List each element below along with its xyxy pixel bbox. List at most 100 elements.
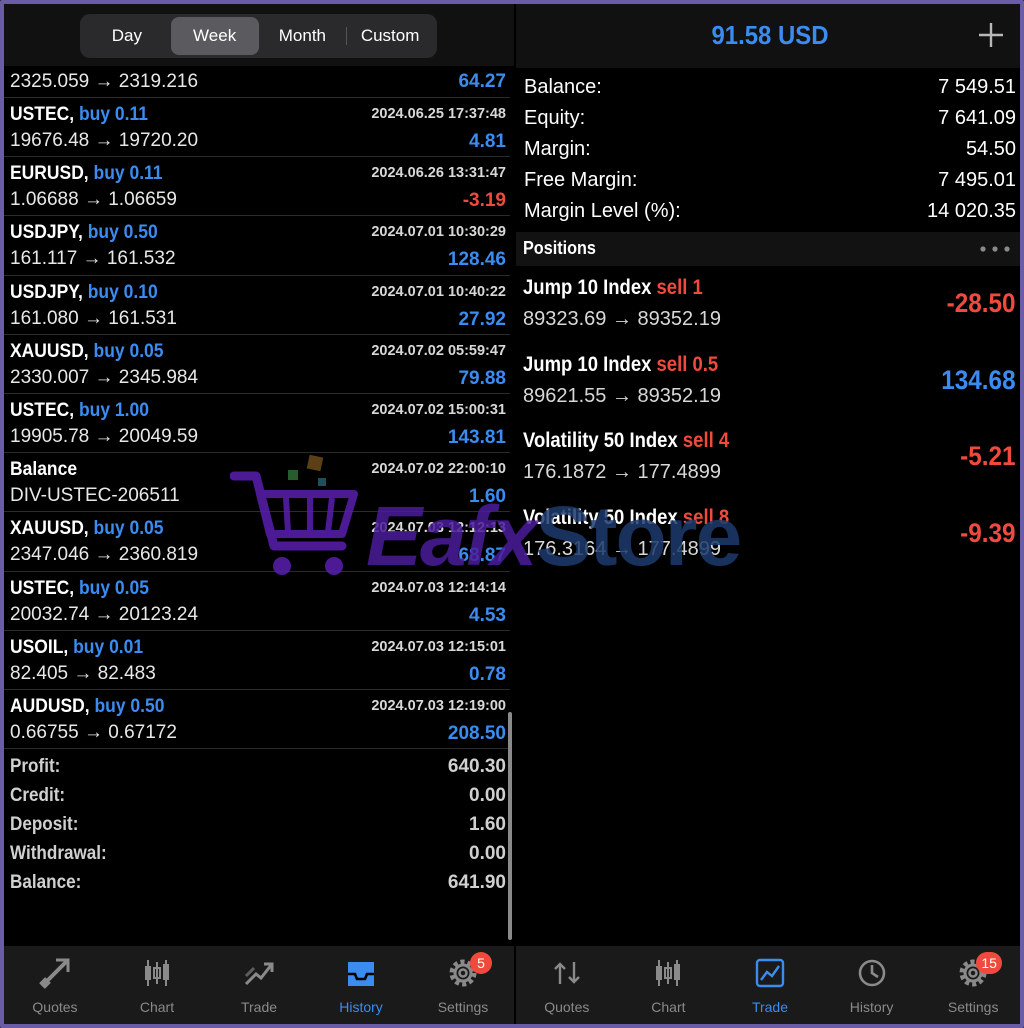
tab-chart[interactable]: Chart: [618, 946, 720, 1024]
tab-trade[interactable]: Trade: [719, 946, 821, 1024]
deal-title: USTEC, buy 1.00: [10, 400, 149, 422]
scrollbar[interactable]: [508, 712, 512, 940]
summary-value: 640.30: [447, 756, 506, 777]
tab-chart[interactable]: Chart: [106, 946, 208, 1024]
tab-label: Trade: [751, 999, 789, 1015]
deal-date: 2024.07.01 10:40:22: [371, 283, 506, 300]
deal-title: Balance: [10, 459, 77, 481]
deal-date: 2024.06.26 13:31:47: [371, 165, 506, 182]
deal-profit: 143.81: [447, 426, 506, 448]
tab-label: History: [849, 999, 894, 1015]
deal-price: 161.080 → 161.531: [10, 307, 177, 329]
position-title: Volatility 50 Index sell 4: [523, 429, 729, 453]
segment-month[interactable]: Month: [259, 17, 347, 55]
deal-symbol: EURUSD,: [10, 163, 89, 185]
deal-symbol: USTEC,: [10, 104, 75, 125]
summary-row: Withdrawal: 0.00: [4, 839, 510, 868]
deal-title: USTEC, buy 0.11: [10, 104, 148, 126]
position-symbol: Jump 10 Index: [523, 276, 652, 299]
summary-value: 1.60: [469, 814, 506, 835]
segment-custom[interactable]: Custom: [346, 17, 434, 55]
deal-profit: 0.78: [469, 663, 506, 685]
tab-label: Settings: [437, 999, 489, 1015]
more-dots-icon[interactable]: [980, 246, 1010, 252]
tab-quotes[interactable]: Quotes: [516, 946, 618, 1024]
position-profit: 134.68: [941, 364, 1016, 395]
deal-row[interactable]: USOIL, buy 0.01 2024.07.03 12:15:01 82.405…: [4, 631, 510, 690]
deal-symbol: XAUUSD,: [10, 340, 89, 362]
tab-history[interactable]: History: [310, 946, 412, 1024]
deal-side: buy 0.01: [73, 636, 144, 658]
summary-value: 0.00: [469, 785, 506, 806]
tab-label: Quotes: [32, 999, 78, 1015]
screenshot-frame: Day Week Month Custom 2325.059 → 2319.216 6…: [0, 0, 1024, 1028]
deal-title: USTEC, buy 0.05: [10, 578, 149, 600]
deal-side: buy 0.05: [78, 577, 149, 599]
segment-day[interactable]: Day: [83, 17, 171, 55]
tab-quotes[interactable]: Quotes: [4, 946, 106, 1024]
deal-row[interactable]: 2325.059 → 2319.216 64.27: [4, 68, 510, 98]
position-symbol: Volatility 50 Index: [523, 429, 678, 452]
account-row: Free Margin: 7 495.01: [516, 165, 1020, 196]
deal-row[interactable]: USTEC, buy 0.11 2024.06.25 17:37:48 19676.…: [4, 98, 510, 158]
position-row[interactable]: Jump 10 Index sell 0.5 89621.55 → 89352.1…: [516, 347, 1020, 424]
position-row[interactable]: Volatility 50 Index sell 8 176.3164 → 177…: [516, 500, 1020, 577]
position-row[interactable]: Jump 10 Index sell 1 89323.69 → 89352.19 -…: [516, 270, 1020, 347]
deal-price: 20032.74 → 20123.24: [10, 603, 199, 625]
summary-row: Balance: 641.90: [4, 868, 510, 897]
positions-header: Positions: [516, 232, 1020, 266]
deal-side: buy 0.11: [93, 163, 163, 185]
deal-title: USDJPY, buy 0.10: [10, 282, 158, 304]
account-label: Margin:: [524, 138, 591, 160]
position-side: sell 8: [682, 505, 730, 529]
deal-symbol: AUDUSD,: [10, 695, 90, 717]
tab-label: History: [339, 999, 383, 1015]
deal-row[interactable]: USTEC, buy 1.00 2024.07.02 15:00:31 19905.…: [4, 394, 510, 454]
tab-label: Settings: [947, 999, 999, 1015]
deal-symbol: USDJPY,: [10, 222, 83, 244]
position-symbol: Jump 10 Index: [523, 352, 652, 376]
position-title: Jump 10 Index sell 1: [523, 276, 703, 300]
deal-row[interactable]: USDJPY, buy 0.50 2024.07.01 10:30:29 161.1…: [4, 216, 510, 276]
deal-symbol: USTEC,: [10, 577, 75, 599]
deal-row[interactable]: XAUUSD, buy 0.05 2024.07.03 12:12:13 2347.…: [4, 512, 510, 572]
position-title: Jump 10 Index sell 0.5: [523, 353, 718, 377]
page-title: 91.58 USD: [711, 20, 829, 50]
deal-symbol: XAUUSD,: [10, 518, 89, 540]
deal-price: 2325.059 → 2319.216: [10, 71, 199, 92]
deal-row[interactable]: AUDUSD, buy 0.50 2024.07.03 12:19:00 0.667…: [4, 690, 510, 750]
tab-trade[interactable]: Trade: [208, 946, 310, 1024]
deal-profit: 68.87: [458, 545, 506, 567]
positions-list: Jump 10 Index sell 1 89323.69 → 89352.19 -…: [516, 270, 1020, 577]
deal-price: 2347.046 → 2360.819: [10, 544, 199, 566]
account-row: Equity: 7 641.09: [516, 103, 1020, 134]
deal-row[interactable]: USDJPY, buy 0.10 2024.07.01 10:40:22 161.0…: [4, 276, 510, 335]
deal-price: DIV-USTEC-206511: [10, 485, 180, 507]
trade-panel: 91.58 USD Balance: 7 549.51 Equity: 7 641.0…: [516, 4, 1020, 1024]
tab-settings[interactable]: Settings 5: [412, 946, 514, 1024]
deal-price: 19676.48 → 19720.20: [10, 130, 199, 151]
deal-row[interactable]: EURUSD, buy 0.11 2024.06.26 13:31:47 1.066…: [4, 157, 510, 217]
deal-date: 2024.07.03 12:15:01: [371, 638, 506, 655]
summary-label: Credit:: [10, 785, 66, 806]
deal-side: buy 0.11: [78, 104, 148, 125]
summary-row: Credit: 0.00: [4, 781, 510, 810]
tab-label: Chart: [139, 999, 175, 1015]
tab-settings[interactable]: Settings 15: [922, 946, 1020, 1024]
position-row[interactable]: Volatility 50 Index sell 4 176.1872 → 177…: [516, 423, 1020, 500]
tab-history[interactable]: History: [821, 946, 923, 1024]
summary-label: Profit:: [10, 756, 61, 777]
deals-list: 2325.059 → 2319.216 64.27 USTEC, buy 0.1…: [4, 68, 510, 750]
deal-row[interactable]: USTEC, buy 0.05 2024.07.03 12:14:14 20032.…: [4, 572, 510, 631]
deal-row[interactable]: XAUUSD, buy 0.05 2024.07.02 05:59:47 2330.…: [4, 335, 510, 394]
deal-row[interactable]: Balance 2024.07.02 22:00:10 DIV-USTEC-2065…: [4, 453, 510, 513]
account-value: 7 641.09: [938, 107, 1016, 129]
account-summary: Balance: 7 549.51 Equity: 7 641.09 Margin: 54…: [516, 72, 1020, 227]
chart-icon: [140, 956, 174, 999]
account-value: 7 549.51: [938, 76, 1016, 98]
period-segmented-control: Day Week Month Custom: [80, 14, 437, 58]
segment-week[interactable]: Week: [170, 17, 259, 55]
deal-symbol: USOIL,: [10, 636, 69, 658]
plus-icon[interactable]: [978, 22, 1004, 48]
history-panel: Day Week Month Custom 2325.059 → 2319.216 6…: [4, 4, 514, 1024]
